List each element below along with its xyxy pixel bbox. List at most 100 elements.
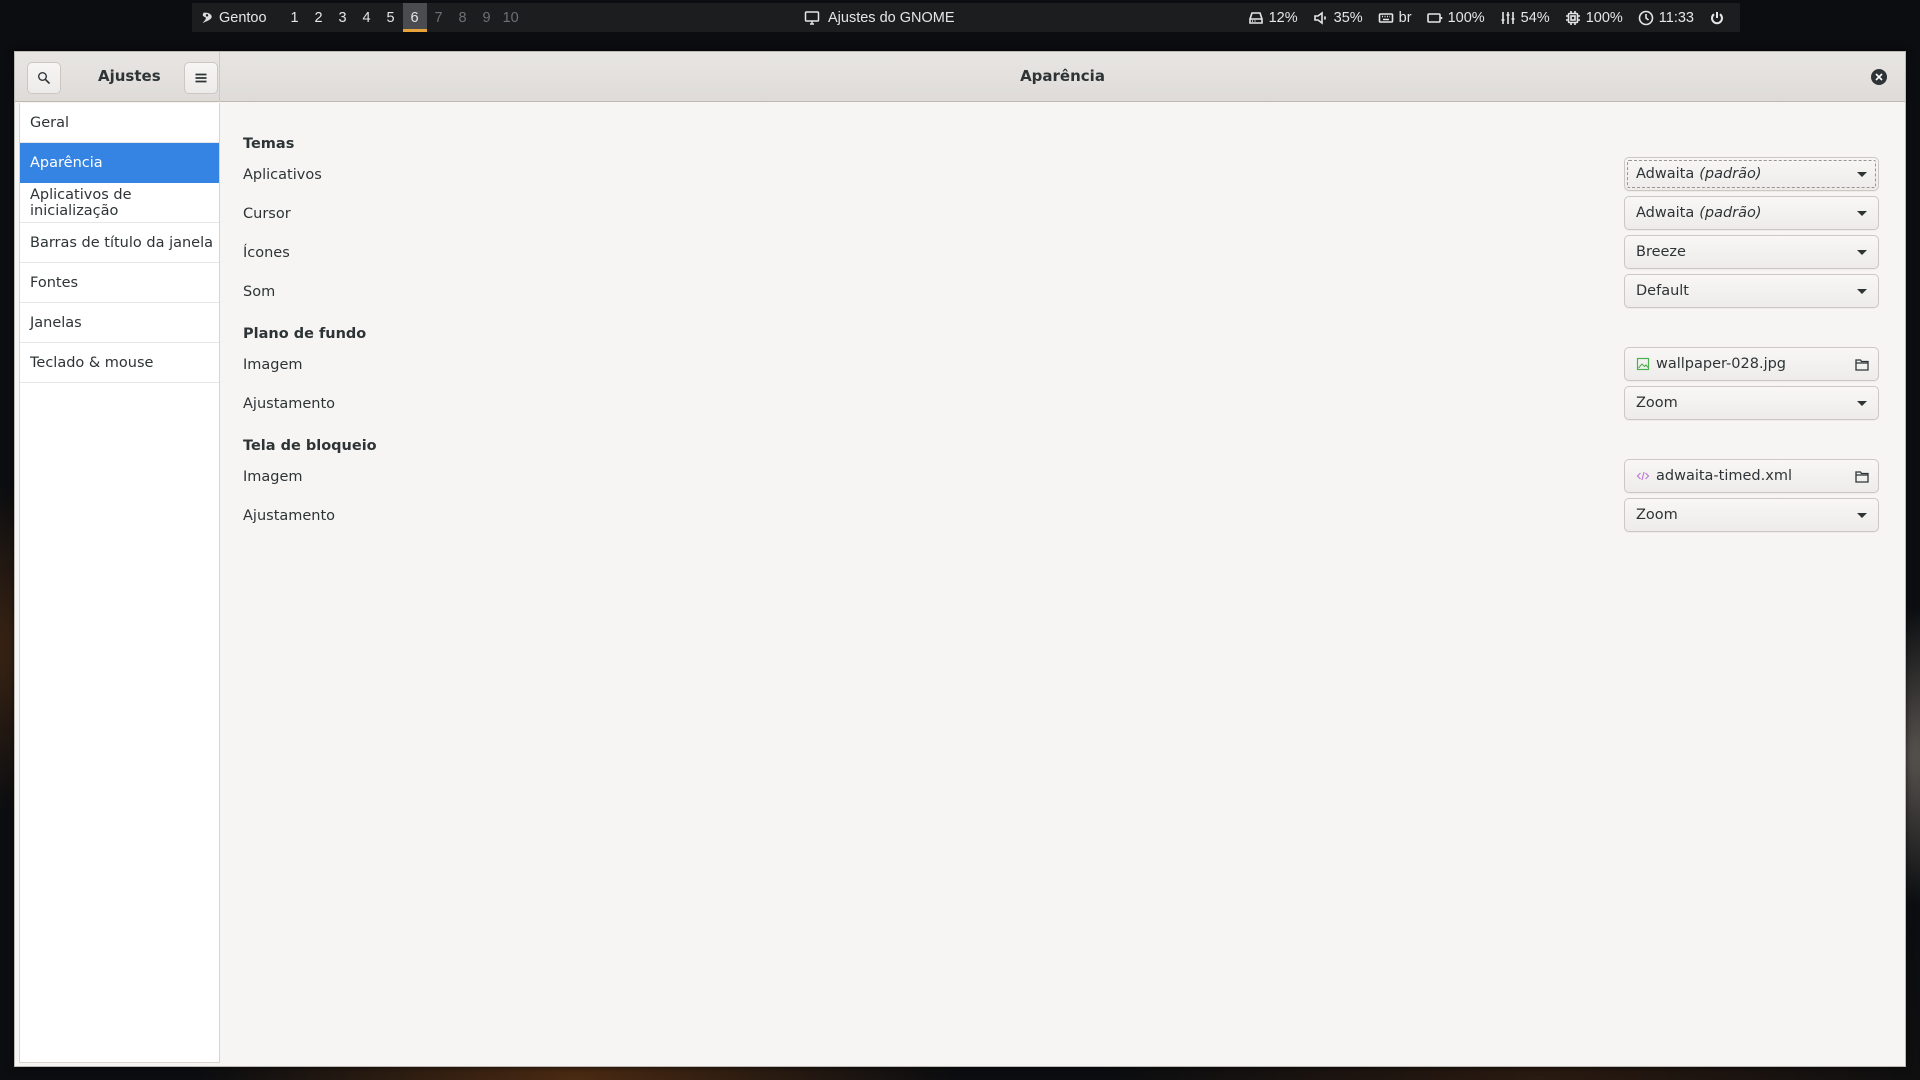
- xml-code-file-icon: [1636, 471, 1650, 481]
- image-file-icon: [1636, 357, 1650, 371]
- workspace-7[interactable]: 7: [427, 3, 451, 32]
- keyboard-indicator[interactable]: br: [1378, 10, 1412, 26]
- label-background-ajustamento: Ajustamento: [243, 396, 336, 412]
- hamburger-menu-icon: [195, 73, 207, 83]
- power-button[interactable]: [1709, 10, 1725, 26]
- background-adjustment-value: Zoom: [1636, 395, 1678, 411]
- top-panel: Gentoo 1 2 3 4 5 6 7 8 9 10 Ajustes do G…: [0, 0, 1920, 33]
- mixer-indicator[interactable]: 54%: [1500, 10, 1550, 26]
- battery-icon: [1426, 12, 1442, 23]
- disk-value: 12%: [1268, 9, 1298, 26]
- background-image-file-chooser[interactable]: wallpaper-028.jpg: [1624, 347, 1879, 381]
- cpu-indicator[interactable]: 100%: [1565, 10, 1623, 26]
- label-icones: Ícones: [243, 245, 290, 261]
- clock-indicator[interactable]: 11:33: [1638, 10, 1694, 26]
- workspace-switcher: 1 2 3 4 5 6 7 8 9 10: [283, 3, 523, 32]
- panel-left: Gentoo 1 2 3 4 5 6 7 8 9 10: [192, 3, 523, 32]
- dropdown-arrow-icon: [1857, 401, 1867, 406]
- label-som: Som: [243, 284, 276, 300]
- hard-drive-icon: [1248, 11, 1263, 24]
- sliders-icon: [1501, 11, 1515, 24]
- sidebar-item-fontes[interactable]: Fontes: [20, 263, 219, 303]
- appearance-panel: Temas Aplicativos Adwaita (padrão) Curso…: [221, 103, 1905, 1066]
- cpu-value: 100%: [1585, 9, 1623, 26]
- sidebar-item-aparencia[interactable]: Aparência: [20, 143, 219, 183]
- window-title-label: Ajustes do GNOME: [828, 9, 955, 26]
- dropdown-arrow-icon: [1857, 513, 1867, 518]
- folder-icon: [1855, 471, 1869, 483]
- tweaks-window: Ajustes Aparência Geral Aparência Aplica…: [14, 51, 1906, 1067]
- cpu-icon: [1565, 10, 1580, 25]
- background-image-filename: wallpaper-028.jpg: [1656, 356, 1787, 372]
- app-title: Ajustes: [98, 67, 161, 85]
- section-title-tela-de-bloqueio: Tela de bloqueio: [243, 438, 377, 454]
- workspace-9[interactable]: 9: [475, 3, 499, 32]
- battery-indicator[interactable]: 100%: [1426, 9, 1485, 26]
- dropdown-arrow-icon: [1857, 250, 1867, 255]
- focused-window-title: Ajustes do GNOME: [804, 3, 955, 32]
- workspace-4[interactable]: 4: [355, 3, 379, 32]
- speaker-icon: [1313, 10, 1326, 25]
- search-button[interactable]: [27, 62, 61, 94]
- menu-button[interactable]: [184, 62, 218, 94]
- label-background-imagem: Imagem: [243, 357, 303, 373]
- lockscreen-adjustment-value: Zoom: [1636, 507, 1678, 523]
- label-cursor: Cursor: [243, 206, 291, 222]
- workspace-5[interactable]: 5: [379, 3, 403, 32]
- sidebar-item-barras-de-titulo[interactable]: Barras de título da janela: [20, 223, 219, 263]
- volume-indicator[interactable]: 35%: [1313, 10, 1363, 26]
- page-title: Aparência: [1020, 67, 1105, 85]
- cursor-theme-default-tag: (padrão): [1699, 205, 1762, 221]
- battery-value: 100%: [1447, 9, 1485, 26]
- clock-value: 11:33: [1658, 9, 1694, 26]
- workspace-1[interactable]: 1: [283, 3, 307, 32]
- workspace-6[interactable]: 6: [402, 3, 427, 32]
- mixer-value: 54%: [1520, 9, 1550, 26]
- workspace-10[interactable]: 10: [499, 3, 523, 32]
- applications-theme-value: Adwaita: [1636, 166, 1695, 182]
- label-aplicativos: Aplicativos: [243, 167, 322, 183]
- applications-theme-default-tag: (padrão): [1699, 166, 1762, 182]
- cursor-theme-value: Adwaita: [1636, 205, 1695, 221]
- monitor-icon: [804, 10, 820, 25]
- keyboard-icon: [1378, 12, 1393, 23]
- search-icon: [38, 72, 50, 84]
- lockscreen-image-filename: adwaita-timed.xml: [1656, 468, 1792, 484]
- sidebar-item-geral[interactable]: Geral: [20, 103, 219, 143]
- disk-indicator[interactable]: 12%: [1248, 10, 1298, 26]
- power-icon: [1711, 11, 1723, 24]
- workspace-8[interactable]: 8: [451, 3, 475, 32]
- cursor-theme-dropdown[interactable]: Adwaita (padrão): [1624, 196, 1879, 230]
- sidebar-item-teclado-mouse[interactable]: Teclado & mouse: [20, 343, 219, 383]
- lockscreen-adjustment-dropdown[interactable]: Zoom: [1624, 498, 1879, 532]
- distro-label: Gentoo: [219, 9, 267, 26]
- distro-launcher[interactable]: Gentoo: [192, 10, 277, 26]
- icon-theme-value: Breeze: [1636, 244, 1686, 260]
- close-icon: [1875, 73, 1883, 81]
- workspace-3[interactable]: 3: [331, 3, 355, 32]
- volume-value: 35%: [1333, 9, 1363, 26]
- sound-theme-dropdown[interactable]: Default: [1624, 274, 1879, 308]
- section-title-plano-de-fundo: Plano de fundo: [243, 326, 367, 342]
- dropdown-arrow-icon: [1857, 172, 1867, 177]
- section-title-temas: Temas: [243, 136, 295, 152]
- workspace-2[interactable]: 2: [307, 3, 331, 32]
- lockscreen-image-file-chooser[interactable]: adwaita-timed.xml: [1624, 459, 1879, 493]
- dropdown-arrow-icon: [1857, 289, 1867, 294]
- icon-theme-dropdown[interactable]: Breeze: [1624, 235, 1879, 269]
- dropdown-arrow-icon: [1857, 211, 1867, 216]
- applications-theme-dropdown[interactable]: Adwaita (padrão): [1624, 157, 1879, 191]
- header-bar: Ajustes Aparência: [15, 52, 1905, 102]
- label-lockscreen-ajustamento: Ajustamento: [243, 508, 336, 524]
- sound-theme-value: Default: [1636, 283, 1689, 299]
- clock-icon: [1638, 10, 1654, 25]
- sidebar: Geral Aparência Aplicativos de inicializ…: [19, 103, 220, 1063]
- sidebar-item-janelas[interactable]: Janelas: [20, 303, 219, 343]
- folder-icon: [1855, 359, 1869, 371]
- label-lockscreen-imagem: Imagem: [243, 469, 303, 485]
- close-button[interactable]: [1871, 69, 1887, 85]
- gentoo-logo-icon: [202, 12, 212, 23]
- status-indicators: 12% 35% br 100% 54% 100% 11:33: [1248, 3, 1725, 32]
- background-adjustment-dropdown[interactable]: Zoom: [1624, 386, 1879, 420]
- sidebar-item-aplicativos-de-inicializacao[interactable]: Aplicativos de inicialização: [20, 183, 219, 223]
